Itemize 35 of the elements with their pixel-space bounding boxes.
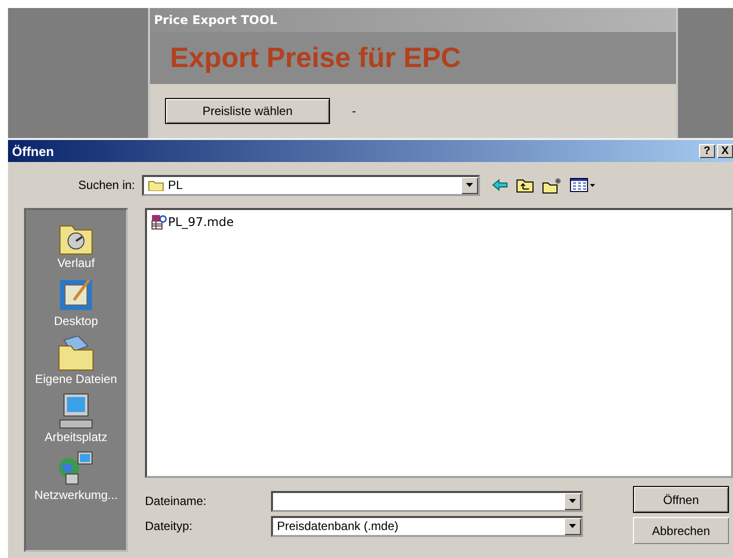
dialog-title: Öffnen — [12, 144, 55, 158]
help-button[interactable]: ? — [699, 144, 715, 158]
filename-label: Dateiname: — [145, 494, 208, 508]
dropdown-arrow-icon — [569, 499, 576, 503]
places-item[interactable]: Netzwerkumg... — [34, 450, 118, 502]
choose-pricelist-button[interactable]: Preisliste wählen — [165, 98, 330, 124]
back-button[interactable] — [492, 179, 508, 191]
new-folder-button[interactable] — [542, 176, 562, 194]
open-button[interactable]: Öffnen — [633, 486, 729, 513]
close-button[interactable]: X — [717, 144, 733, 158]
folder-up-icon — [516, 177, 534, 193]
dropdown-arrow-icon — [466, 183, 473, 187]
places-item[interactable]: Arbeitsplatz — [44, 392, 108, 444]
folder-icon — [148, 178, 164, 192]
up-folder-button[interactable] — [516, 177, 534, 193]
look-in-label: Suchen in: — [77, 178, 136, 192]
places-item[interactable]: Verlauf — [56, 218, 96, 270]
filetype-label: Dateityp: — [145, 519, 194, 533]
cancel-button[interactable]: Abbrechen — [633, 517, 729, 544]
app-title: Price Export TOOL — [150, 8, 676, 32]
app-heading: Export Preise für EPC — [150, 32, 676, 84]
details-view-icon — [570, 178, 596, 192]
database-file-icon — [151, 214, 167, 230]
folder-documents-icon — [56, 334, 96, 372]
status-text: - — [352, 104, 356, 118]
view-menu-button[interactable] — [570, 178, 596, 192]
filetype-dropdown[interactable]: Preisdatenbank (.mde) — [271, 516, 583, 536]
look-in-dropdown[interactable]: PL — [142, 174, 480, 196]
dropdown-arrow-icon — [569, 524, 576, 528]
filename-field[interactable] — [271, 490, 583, 512]
places-item[interactable]: Eigene Dateien — [34, 334, 118, 386]
places-item[interactable]: Desktop — [54, 276, 98, 328]
back-arrow-icon — [492, 179, 508, 191]
file-item[interactable]: PL_97.mde — [149, 214, 236, 230]
new-folder-icon — [542, 176, 562, 194]
